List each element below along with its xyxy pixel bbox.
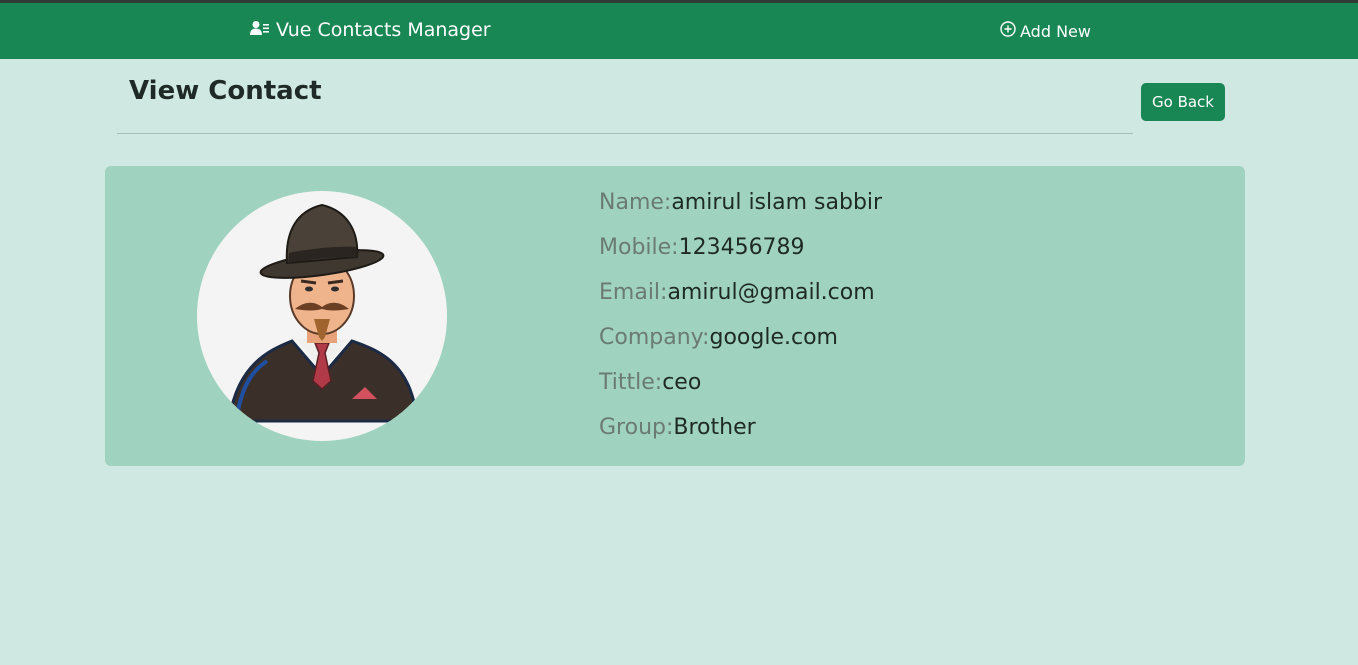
field-value: 123456789 (678, 235, 805, 260)
field-label: Company: (599, 325, 710, 350)
field-company: Company:google.com (599, 323, 882, 368)
navbar: Vue Contacts Manager Add New (0, 3, 1358, 59)
field-label: Group: (599, 415, 674, 440)
field-label: Mobile: (599, 235, 679, 260)
plus-circle-icon (1000, 21, 1020, 41)
field-title: Tittle:ceo (599, 368, 882, 413)
field-label: Name: (599, 190, 672, 215)
field-value: google.com (709, 325, 838, 350)
contact-details: Name:amirul islam sabbir Mobile:12345678… (599, 188, 882, 458)
field-email: Email:amirul@gmail.com (599, 278, 882, 323)
contact-avatar (197, 191, 447, 441)
man-with-hat-illustration (227, 203, 419, 423)
field-value: amirul@gmail.com (667, 280, 875, 305)
field-label: Email: (599, 280, 668, 305)
add-new-label: Add New (1020, 21, 1091, 41)
brand-label: Vue Contacts Manager (276, 19, 491, 41)
page-title: View Contact (129, 76, 322, 106)
divider (117, 133, 1133, 134)
brand-link[interactable]: Vue Contacts Manager (250, 19, 491, 41)
field-value: Brother (673, 415, 756, 440)
field-group: Group:Brother (599, 413, 882, 458)
go-back-button[interactable]: Go Back (1141, 83, 1225, 121)
field-name: Name:amirul islam sabbir (599, 188, 882, 233)
field-value: ceo (662, 370, 702, 395)
contacts-icon (250, 19, 276, 41)
contact-card: Name:amirul islam sabbir Mobile:12345678… (105, 166, 1245, 466)
field-mobile: Mobile:123456789 (599, 233, 882, 278)
field-value: amirul islam sabbir (671, 190, 883, 215)
field-label: Tittle: (599, 370, 663, 395)
add-new-link[interactable]: Add New (1000, 21, 1091, 41)
